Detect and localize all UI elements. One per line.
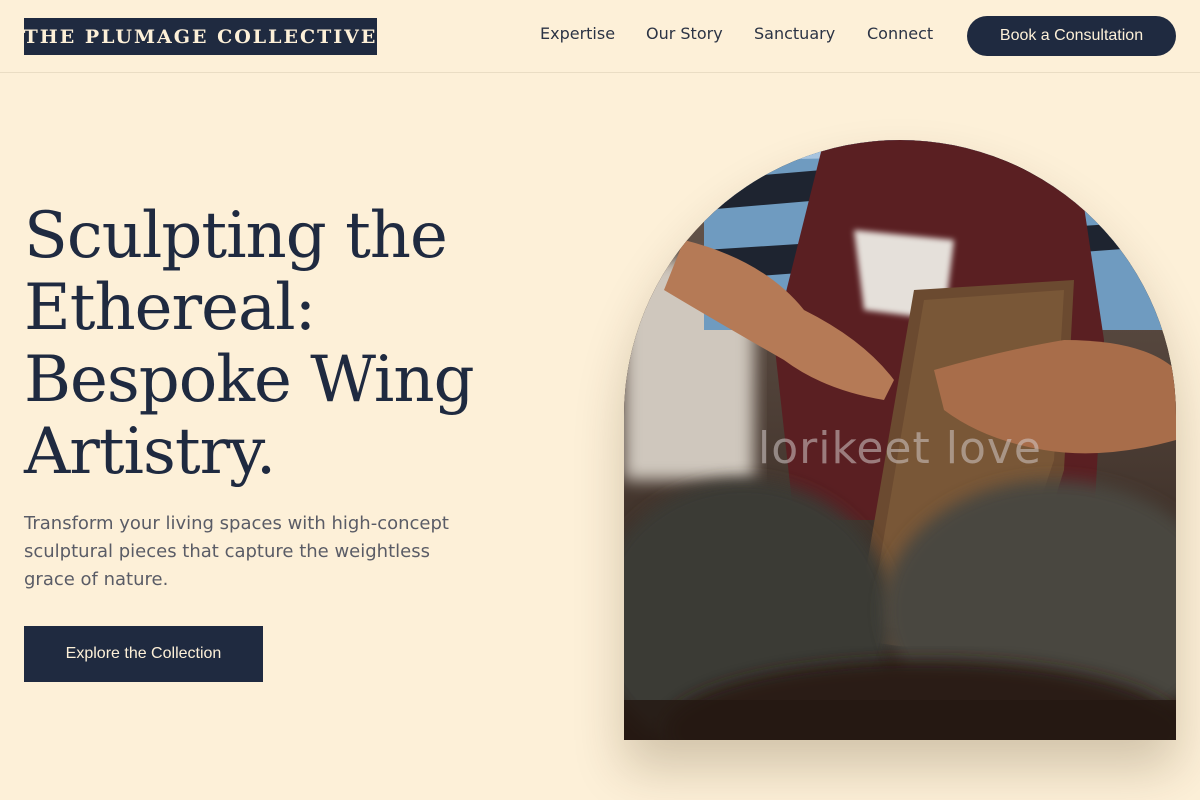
brand-logo[interactable]: THE PLUMAGE COLLECTIVE [24, 18, 377, 55]
nav-link-connect[interactable]: Connect [867, 24, 933, 43]
hero-title-line-2: Ethereal: [24, 271, 316, 345]
hero-title-line-3: Bespoke Wing [24, 343, 475, 417]
nav-link-our-story[interactable]: Our Story [646, 24, 723, 43]
hero-image-arch: lorikeet love [624, 140, 1176, 740]
explore-collection-button[interactable]: Explore the Collection [24, 626, 263, 682]
book-consultation-button[interactable]: Book a Consultation [967, 16, 1176, 56]
hero-title-line-4: Artistry. [24, 415, 276, 489]
hero-subtitle: Transform your living spaces with high-c… [24, 513, 449, 590]
watermark-text: lorikeet love [757, 423, 1042, 474]
nav-link-expertise[interactable]: Expertise [540, 24, 615, 43]
hero-title-line-1: Sculpting the [24, 199, 448, 273]
site-header: THE PLUMAGE COLLECTIVE Expertise Our Sto… [0, 0, 1200, 73]
hero-title: Sculpting the Ethereal: Bespoke Wing Art… [24, 200, 544, 488]
nav-link-sanctuary[interactable]: Sanctuary [754, 24, 835, 43]
